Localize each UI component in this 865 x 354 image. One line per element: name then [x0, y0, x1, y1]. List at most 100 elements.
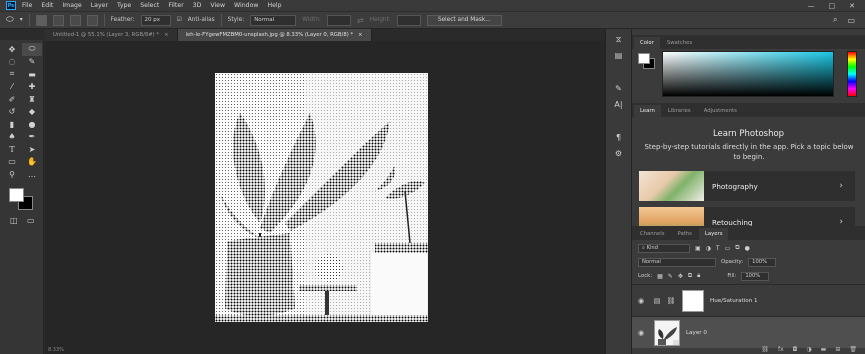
document-tab[interactable]: Untitled-1 @ 55.1% (Layer 3, RGB/8#) * × [45, 29, 178, 41]
layer-name[interactable]: Hue/Saturation 1 [710, 298, 758, 304]
healing-tool-icon[interactable]: ✚ [22, 81, 42, 94]
menu-help[interactable]: Help [267, 2, 281, 9]
path-select-tool-icon[interactable]: ➤ [22, 143, 42, 156]
menu-layer[interactable]: Layer [91, 2, 108, 9]
menu-filter[interactable]: Filter [168, 2, 183, 9]
search-icon[interactable]: ⌕ [833, 15, 837, 25]
feather-input[interactable]: 20 px [140, 14, 171, 26]
screen-mode-icon[interactable]: ▭ [27, 216, 35, 225]
marquee-preset-icon[interactable]: ⬭ [6, 15, 14, 25]
swap-icon[interactable]: ⇄ [357, 16, 364, 25]
delete-layer-icon[interactable]: 🗑︎ [849, 346, 857, 353]
antialias-checkbox-icon[interactable]: ☑ [177, 17, 182, 23]
zoom-tool-icon[interactable]: ⚲ [2, 168, 22, 181]
learn-card-photography[interactable]: Photography › [639, 171, 855, 201]
close-tab-icon[interactable]: × [164, 32, 168, 38]
tab-channels[interactable]: Channels [634, 228, 671, 240]
filter-smart-icon[interactable]: ⧉ [735, 244, 739, 252]
fill-input[interactable]: 100% [741, 271, 770, 281]
layer-thumbnail[interactable] [654, 319, 680, 346]
kind-filter-select[interactable]: ⌕ Kind [638, 243, 690, 253]
adjustments-icon[interactable]: ⚙ [612, 148, 625, 159]
menu-select[interactable]: Select [140, 2, 159, 9]
history-icon[interactable]: ⧖ [612, 34, 625, 45]
layer-row[interactable]: ◉ ▤ ⛓ Hue/Saturation 1 [632, 284, 865, 316]
menu-type[interactable]: Type [117, 2, 131, 9]
more-tools-icon[interactable]: … [22, 168, 42, 181]
close-tab-icon[interactable]: × [358, 32, 362, 38]
blur-tool-icon[interactable]: ● [22, 118, 42, 131]
lock-pixels-icon[interactable]: ✎ [668, 273, 673, 280]
height-input[interactable] [396, 14, 421, 26]
link-layers-icon[interactable]: ⛓ [761, 346, 769, 353]
new-layer-icon[interactable]: ⊞ [835, 346, 840, 353]
document-tab-active[interactable]: leh-le-FYgewFMZBM0-unsplash.jpg @ 8.33% … [177, 29, 372, 41]
add-mask-icon[interactable]: ◘ [793, 346, 798, 353]
marquee-tool-icon[interactable]: ⬭ [22, 43, 42, 56]
menu-file[interactable]: File [22, 2, 32, 9]
menu-view[interactable]: View [210, 2, 225, 9]
color-spectrum-field[interactable] [662, 51, 834, 97]
style-select[interactable]: Normal [250, 14, 297, 26]
workspace-icon[interactable]: ▭ [847, 16, 855, 25]
canvas-area[interactable] [45, 41, 605, 354]
gradient-tool-icon[interactable]: ▮ [2, 118, 22, 131]
opacity-input[interactable]: 100% [748, 257, 777, 267]
lock-position-icon[interactable]: ✥ [678, 273, 683, 280]
blend-mode-select[interactable]: Normal [638, 257, 716, 267]
new-group-icon[interactable]: ▬ [821, 346, 827, 353]
frame-tool-icon[interactable]: ▬ [22, 68, 42, 81]
chevron-down-icon[interactable]: ▾ [20, 17, 23, 23]
filter-shape-icon[interactable]: ▭ [725, 245, 731, 252]
menu-edit[interactable]: Edit [41, 2, 53, 9]
foreground-color-chip[interactable] [638, 53, 650, 64]
filter-pixel-icon[interactable]: ▣ [695, 245, 701, 252]
tab-libraries[interactable]: Libraries [662, 105, 697, 117]
layer-mask-thumbnail[interactable] [682, 289, 704, 312]
filter-adjustment-icon[interactable]: ◑ [706, 245, 711, 252]
brush-settings-icon[interactable]: ✎ [612, 83, 625, 94]
new-adjustment-icon[interactable]: ◑ [806, 346, 811, 353]
brush-tool-icon[interactable]: ✐ [2, 93, 22, 106]
history-brush-icon[interactable]: ↺ [2, 106, 22, 119]
tab-adjustments[interactable]: Adjustments [698, 105, 743, 117]
layer-name[interactable]: Layer 0 [686, 330, 707, 336]
lock-transparency-icon[interactable]: ▦ [657, 273, 663, 280]
filter-type-icon[interactable]: T [716, 245, 720, 252]
tab-learn[interactable]: Learn [634, 105, 661, 117]
move-tool-icon[interactable]: ✥ [2, 43, 22, 56]
quick-mask-icon[interactable]: ◫ [10, 216, 18, 225]
menu-3d[interactable]: 3D [193, 2, 202, 9]
new-selection-button[interactable] [35, 14, 47, 26]
stamp-tool-icon[interactable]: ♜ [22, 93, 42, 106]
subtract-selection-button[interactable] [69, 14, 81, 26]
menu-image[interactable]: Image [62, 2, 81, 9]
foreground-color-swatch[interactable] [9, 188, 24, 202]
quick-select-tool-icon[interactable]: ✎ [22, 56, 42, 69]
add-selection-button[interactable] [52, 14, 64, 26]
visibility-eye-icon[interactable]: ◉ [632, 297, 650, 305]
color-swatches[interactable] [9, 188, 35, 212]
intersect-selection-button[interactable] [86, 14, 98, 26]
close-button[interactable]: ✕ [849, 2, 855, 10]
select-and-mask-button[interactable]: Select and Mask... [426, 14, 502, 26]
crop-tool-icon[interactable]: ⌗ [2, 68, 22, 81]
eyedropper-tool-icon[interactable]: ⁄ [2, 81, 22, 94]
lock-artboard-icon[interactable]: ⧉ [688, 272, 692, 280]
tab-paths[interactable]: Paths [672, 228, 698, 240]
eraser-tool-icon[interactable]: ◆ [22, 106, 42, 119]
paragraph-icon[interactable]: ¶ [612, 132, 625, 143]
character-icon[interactable]: A| [612, 99, 625, 110]
maximize-button[interactable]: □ [829, 2, 836, 10]
filter-toggle-icon[interactable]: ● [745, 245, 750, 252]
type-tool-icon[interactable]: T [2, 143, 22, 156]
shape-tool-icon[interactable]: ▭ [2, 156, 22, 169]
properties-icon[interactable]: ▤ [612, 50, 625, 61]
visibility-eye-icon[interactable]: ◉ [632, 329, 650, 337]
pen-tool-icon[interactable]: ✒ [22, 131, 42, 144]
hand-tool-icon[interactable]: ✋ [22, 156, 42, 169]
dodge-tool-icon[interactable]: ♠ [2, 131, 22, 144]
hue-slider[interactable] [847, 51, 857, 97]
width-input[interactable] [326, 14, 351, 26]
layer-style-icon[interactable]: fx [778, 346, 784, 353]
